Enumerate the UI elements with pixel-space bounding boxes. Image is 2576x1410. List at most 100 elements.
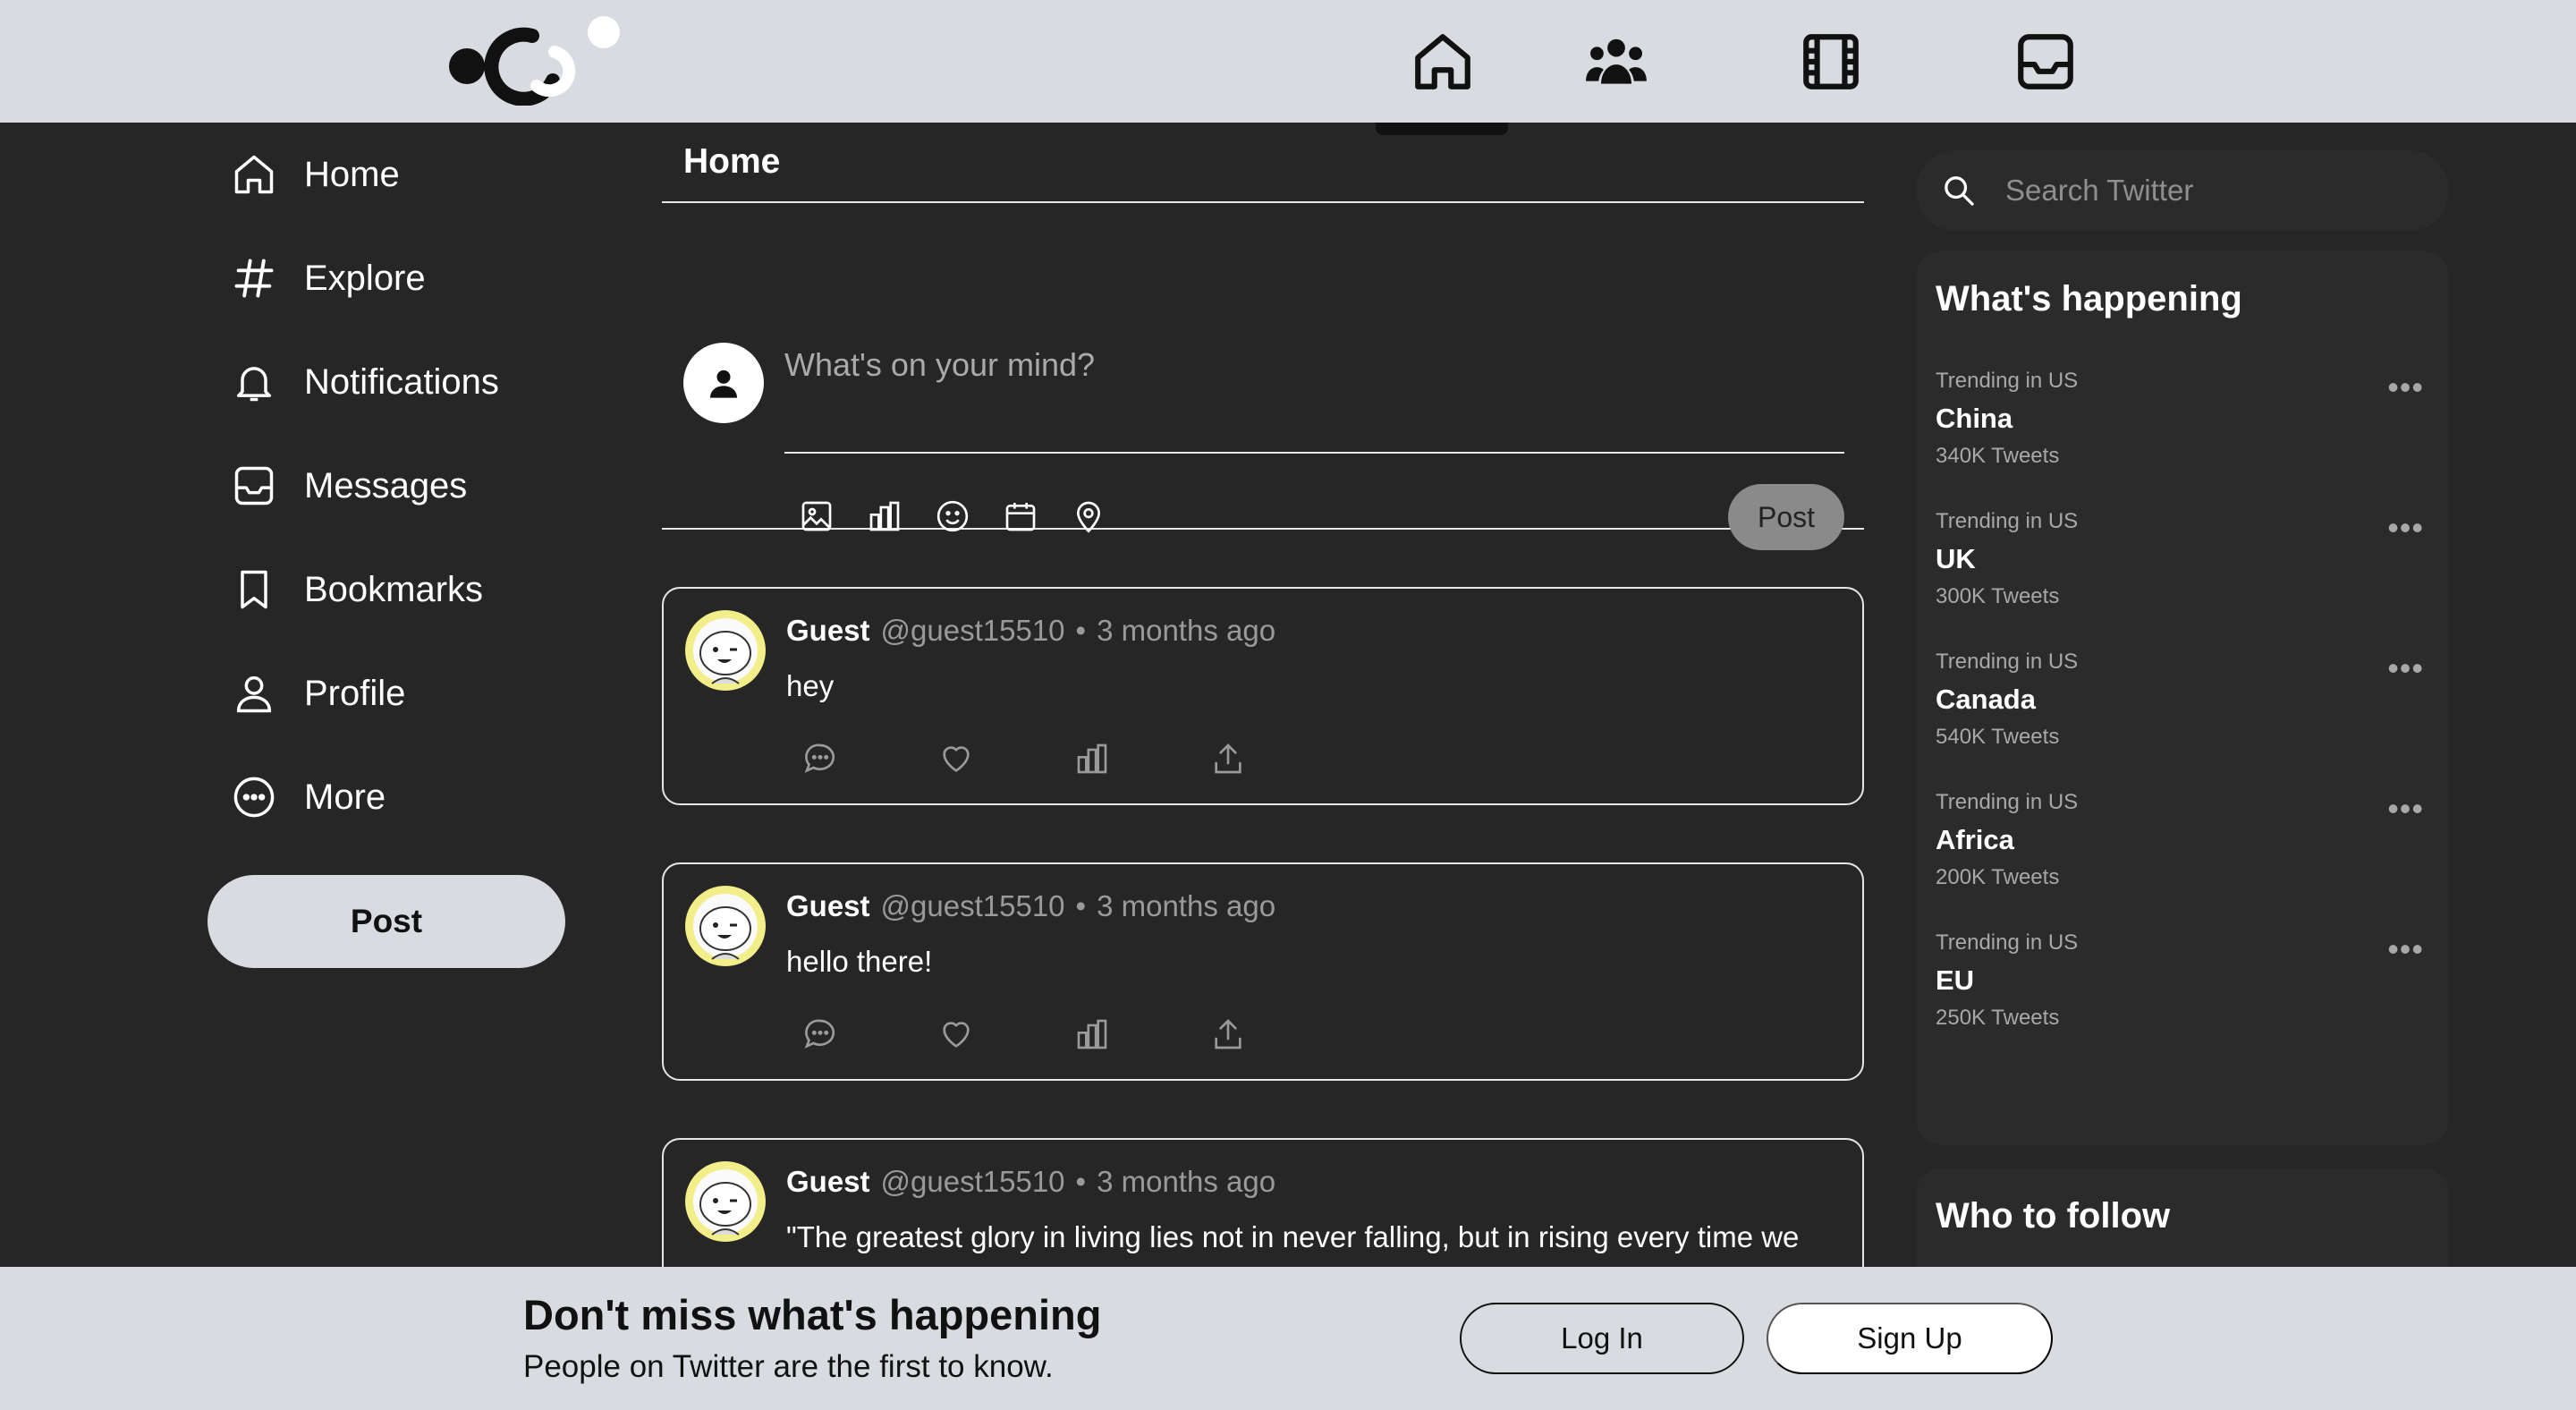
signup-button[interactable]: Sign Up [1767,1303,2053,1374]
panel-title: What's happening [1936,279,2242,319]
heart-icon[interactable] [938,741,974,777]
trend-context: Trending in US [1936,650,2079,674]
composer-post-button[interactable]: Post [1728,484,1844,550]
author-name[interactable]: Guest [786,1165,870,1198]
home-icon [1415,33,1470,89]
sidebar-item-bookmarks[interactable]: Bookmarks [206,538,590,641]
composer-toolbar [799,498,1106,534]
top-navbar [0,0,2576,135]
author-handle[interactable]: @guest15510 [881,889,1065,922]
trend-topic: China [1936,403,2013,434]
trend-context: Trending in US [1936,509,2079,533]
avatar[interactable] [685,610,766,691]
image-icon[interactable] [799,498,835,534]
sidebar-item-label: Bookmarks [304,569,484,609]
more-options-icon[interactable]: ••• [2387,790,2424,828]
topnav-inbox[interactable] [1979,0,2113,123]
reply-icon[interactable] [802,741,838,777]
stats-icon[interactable] [1074,741,1110,777]
left-sidebar: Home Explore Notifications Messages Book… [206,123,590,849]
trend-topic: Africa [1936,824,2014,855]
composer-input[interactable]: What's on your mind? [784,346,1095,384]
author-name[interactable]: Guest [786,889,870,922]
separator-dot: • [1075,1165,1087,1198]
logo-icon[interactable] [447,16,622,106]
reply-icon[interactable] [802,1016,838,1052]
people-icon [1586,38,1647,84]
sidebar-item-label: Explore [304,258,426,298]
author-handle[interactable]: @guest15510 [881,614,1065,647]
panel-title: Who to follow [1936,1196,2171,1236]
bookmark-icon [241,570,267,609]
search-bar[interactable] [1916,150,2449,231]
sidebar-item-messages[interactable]: Messages [206,434,590,538]
emoji-icon[interactable] [935,498,970,534]
sidebar-item-explore[interactable]: Explore [206,226,590,330]
more-circle-icon [233,777,275,818]
trend-item[interactable]: Trending in US UK 300K Tweets ••• [1936,509,2436,609]
more-options-icon[interactable]: ••• [2387,650,2424,687]
author-name[interactable]: Guest [786,614,870,647]
trend-context: Trending in US [1936,930,2079,955]
composer-divider [784,452,1844,454]
more-options-icon[interactable]: ••• [2387,930,2424,968]
page-title: Home [683,142,781,181]
tweet-text: hello there! [786,945,933,978]
share-icon[interactable] [1210,1016,1246,1052]
bell-icon [236,367,272,402]
trend-count: 250K Tweets [1936,1006,2060,1030]
share-icon[interactable] [1210,741,1246,777]
sidebar-item-notifications[interactable]: Notifications [206,330,590,434]
sidebar-item-label: More [304,777,386,817]
stats-icon[interactable] [1074,1016,1110,1052]
sidebar-item-profile[interactable]: Profile [206,641,590,745]
sidebar-item-label: Messages [304,465,468,505]
more-options-icon[interactable]: ••• [2387,369,2424,406]
film-icon [1803,33,1859,89]
trend-count: 540K Tweets [1936,725,2060,749]
location-icon[interactable] [1071,498,1106,534]
avatar[interactable] [685,886,766,966]
trend-context: Trending in US [1936,790,2079,814]
tweet-header: Guest @guest15510 • 3 months ago [786,889,1275,923]
banner-headline: Don't miss what's happening [523,1291,1102,1338]
avatar[interactable] [685,1161,766,1242]
heart-icon[interactable] [938,1016,974,1052]
hashtag-icon [234,259,274,298]
trend-item[interactable]: Trending in US China 340K Tweets ••• [1936,369,2436,469]
more-options-icon[interactable]: ••• [2387,509,2424,547]
tweet-card[interactable]: Guest @guest15510 • 3 months ago hey [662,587,1864,805]
tweet-actions [802,741,1246,777]
trend-item[interactable]: Trending in US Africa 200K Tweets ••• [1936,790,2436,890]
sidebar-item-label: Notifications [304,361,499,402]
tweet-actions [802,1016,1246,1052]
page-header: Home [662,123,1864,203]
topnav-videos[interactable] [1764,0,1898,123]
trend-count: 300K Tweets [1936,584,2060,608]
whats-happening-panel: What's happening Trending in US China 34… [1916,251,2449,1145]
topnav-people[interactable] [1549,0,1683,123]
trend-count: 200K Tweets [1936,865,2060,889]
search-input[interactable] [2005,174,2417,208]
tweet-card[interactable]: Guest @guest15510 • 3 months ago hello ther… [662,862,1864,1081]
trend-topic: Canada [1936,684,2036,715]
tweet-timestamp: 3 months ago [1097,614,1276,647]
author-handle[interactable]: @guest15510 [881,1165,1065,1198]
home-icon [234,155,274,194]
sidebar-item-home[interactable]: Home [206,123,590,226]
tweet-composer: What's on your mind? Post [662,203,1864,550]
separator-dot: • [1075,614,1087,647]
calendar-icon[interactable] [1003,498,1038,534]
login-button[interactable]: Log In [1460,1303,1744,1374]
trend-item[interactable]: Trending in US Canada 540K Tweets ••• [1936,650,2436,750]
banner-subtext: People on Twitter are the first to know. [523,1349,1054,1384]
trend-topic: UK [1936,543,1976,574]
topnav-home[interactable] [1376,0,1510,135]
sidebar-post-button[interactable]: Post [208,875,565,968]
poll-icon[interactable] [867,498,902,534]
trend-item[interactable]: Trending in US EU 250K Tweets ••• [1936,930,2436,1031]
tweet-text: hey [786,669,835,702]
sidebar-item-label: Profile [304,673,406,713]
sidebar-item-more[interactable]: More [206,745,590,849]
search-icon [1945,176,1974,206]
